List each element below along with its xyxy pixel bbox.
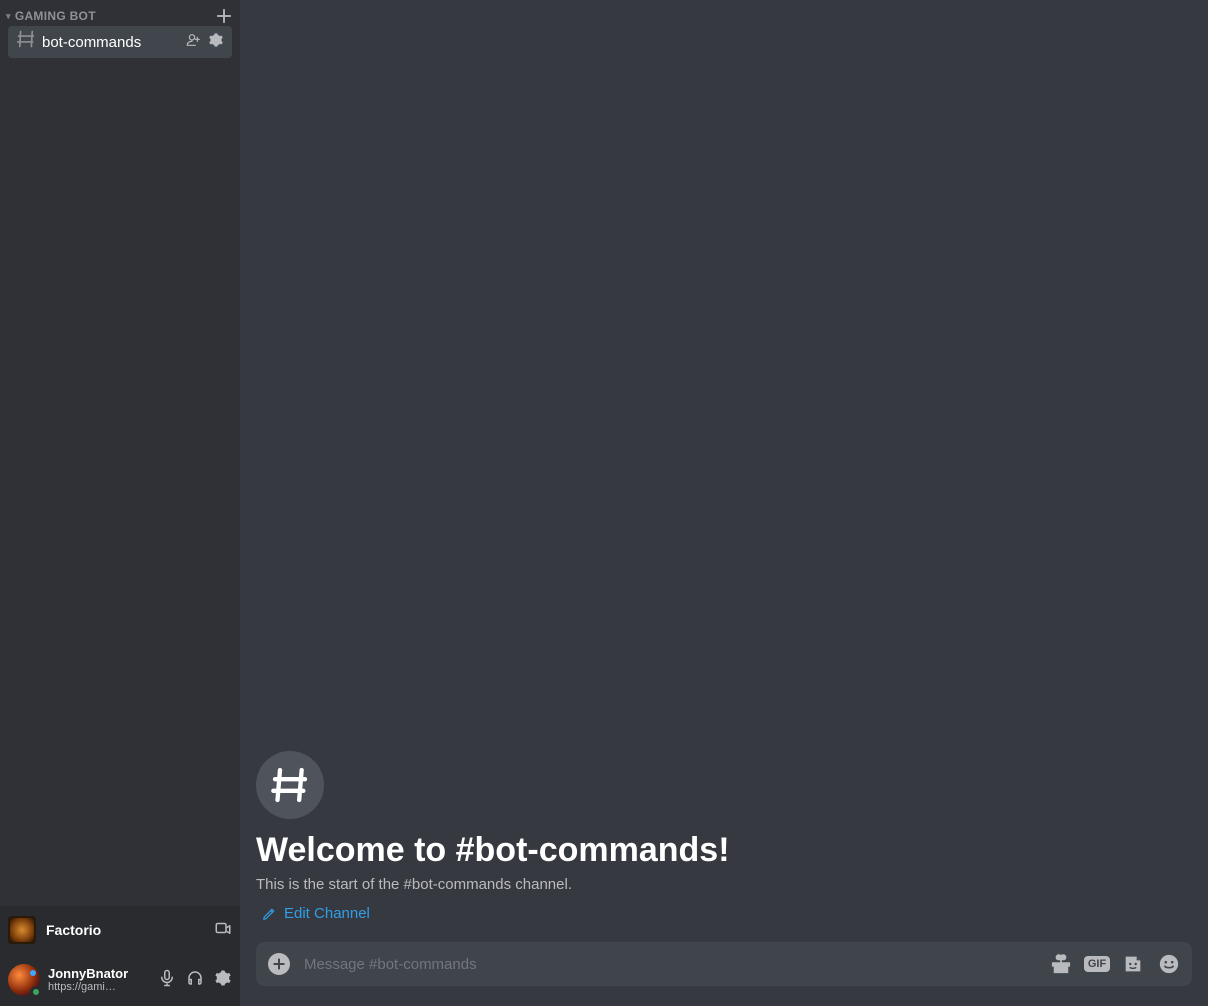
hash-icon [16,29,36,55]
user-settings-button[interactable] [214,969,232,992]
welcome-hash-icon [256,751,324,819]
message-input[interactable] [304,956,1050,973]
deafen-button[interactable] [186,969,204,992]
game-activity-panel: Factorio [0,906,240,954]
channel-sidebar: ▾ GAMING BOT bot-commands Fac [0,0,240,1006]
pencil-icon [262,907,276,921]
user-meta[interactable]: JonnyBnator https://gami… [48,967,158,993]
sticker-button[interactable] [1122,953,1144,975]
message-scroll[interactable]: Welcome to #bot-commands! This is the st… [240,0,1208,942]
category-header[interactable]: ▾ GAMING BOT [0,0,240,26]
gif-button[interactable]: GIF [1086,953,1108,975]
composer-wrap: GIF [240,942,1208,1006]
gift-button[interactable] [1050,953,1072,975]
create-channel-button[interactable] [216,8,232,24]
channel-label: bot-commands [42,34,186,51]
username: JonnyBnator [48,967,158,981]
mute-button[interactable] [158,969,176,992]
user-panel: JonnyBnator https://gami… [0,954,240,1006]
channel-bot-commands[interactable]: bot-commands [8,26,232,58]
gif-label: GIF [1084,956,1110,972]
chevron-down-icon: ▾ [6,11,11,22]
message-composer: GIF [256,942,1192,986]
settings-icon[interactable] [208,32,224,53]
chat-area: Welcome to #bot-commands! This is the st… [240,0,1208,1006]
status-online-icon [30,986,42,998]
stream-button[interactable] [214,919,232,942]
welcome-subtitle: This is the start of the #bot-commands c… [256,876,1192,893]
game-name: Factorio [46,922,101,938]
avatar[interactable] [8,964,40,996]
welcome-title: Welcome to #bot-commands! [256,831,1192,870]
user-status: https://gami… [48,981,158,993]
emoji-button[interactable] [1158,953,1180,975]
invite-icon[interactable] [186,32,202,53]
edit-channel-link[interactable]: Edit Channel [262,905,1192,922]
channel-list: bot-commands [0,26,240,906]
game-icon [8,916,36,944]
edit-channel-label: Edit Channel [284,905,370,922]
attach-button[interactable] [268,953,290,975]
category-label: GAMING BOT [15,9,96,23]
